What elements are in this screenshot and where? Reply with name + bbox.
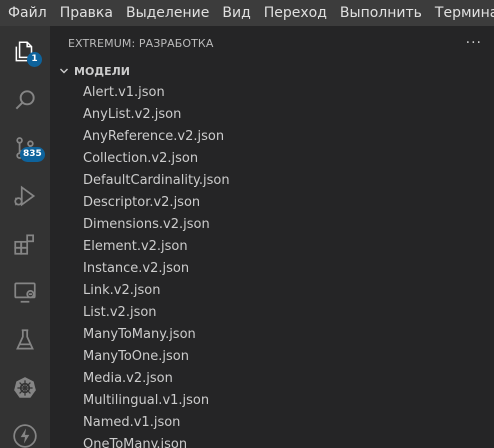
file-item[interactable]: Descriptor.v2.json [50,192,494,214]
testing-button[interactable] [0,316,50,364]
file-item[interactable]: Alert.v1.json [50,82,494,104]
run-debug-button[interactable] [0,172,50,220]
file-item[interactable]: Instance.v2.json [50,258,494,280]
search-button[interactable] [0,76,50,124]
file-item[interactable]: ManyToOne.json [50,346,494,368]
file-item[interactable]: ManyToMany.json [50,324,494,346]
menu-run[interactable]: Выполнить [333,0,428,26]
file-item[interactable]: Link.v2.json [50,280,494,302]
kubernetes-icon [14,377,36,398]
section-title: МОДЕЛИ [74,64,130,78]
chevron-down-icon [56,63,72,79]
file-item[interactable]: Dimensions.v2.json [50,214,494,236]
activity-bar: 1 835 [0,26,50,448]
file-item[interactable]: List.v2.json [50,302,494,324]
remote-monitor-icon [14,282,36,303]
explorer-sidebar: EXTREMUM: РАЗРАБОТКА ··· МОДЕЛИ Alert.v1… [50,26,494,448]
file-item[interactable]: Collection.v2.json [50,148,494,170]
menu-selection[interactable]: Выделение [119,0,215,26]
run-debug-icon [14,185,36,207]
file-item[interactable]: Media.v2.json [50,368,494,390]
source-control-badge: 835 [20,147,45,162]
file-list: Alert.v1.json AnyList.v2.json AnyReferen… [50,82,494,448]
menu-edit[interactable]: Правка [53,0,119,26]
lightning-button[interactable] [0,412,50,448]
search-icon [15,90,35,110]
explorer-button[interactable]: 1 [0,28,50,76]
lightning-icon [13,424,37,448]
file-item[interactable]: Multilingual.v1.json [50,390,494,412]
sidebar-header: EXTREMUM: РАЗРАБОТКА ··· [50,26,494,60]
flask-icon [16,329,34,350]
sidebar-title: EXTREMUM: РАЗРАБОТКА [68,36,214,50]
menu-view[interactable]: Вид [215,0,256,26]
source-control-button[interactable]: 835 [0,124,50,172]
file-item[interactable]: Named.v1.json [50,412,494,434]
file-item[interactable]: AnyReference.v2.json [50,126,494,148]
file-item[interactable]: DefaultCardinality.json [50,170,494,192]
menu-file[interactable]: Файл [0,0,53,26]
remote-explorer-button[interactable] [0,268,50,316]
extensions-button[interactable] [0,220,50,268]
file-item[interactable]: Element.v2.json [50,236,494,258]
menu-bar: Файл Правка Выделение Вид Переход Выполн… [0,0,494,26]
section-header-models[interactable]: МОДЕЛИ [50,60,494,82]
more-actions-button[interactable]: ··· [466,35,482,51]
explorer-badge: 1 [27,52,42,67]
file-item[interactable]: AnyList.v2.json [50,104,494,126]
kubernetes-button[interactable] [0,364,50,412]
menu-go[interactable]: Переход [257,0,333,26]
file-item[interactable]: OneToMany.json [50,434,494,448]
menu-terminal[interactable]: Терминал [428,0,494,26]
extensions-icon [14,234,34,255]
